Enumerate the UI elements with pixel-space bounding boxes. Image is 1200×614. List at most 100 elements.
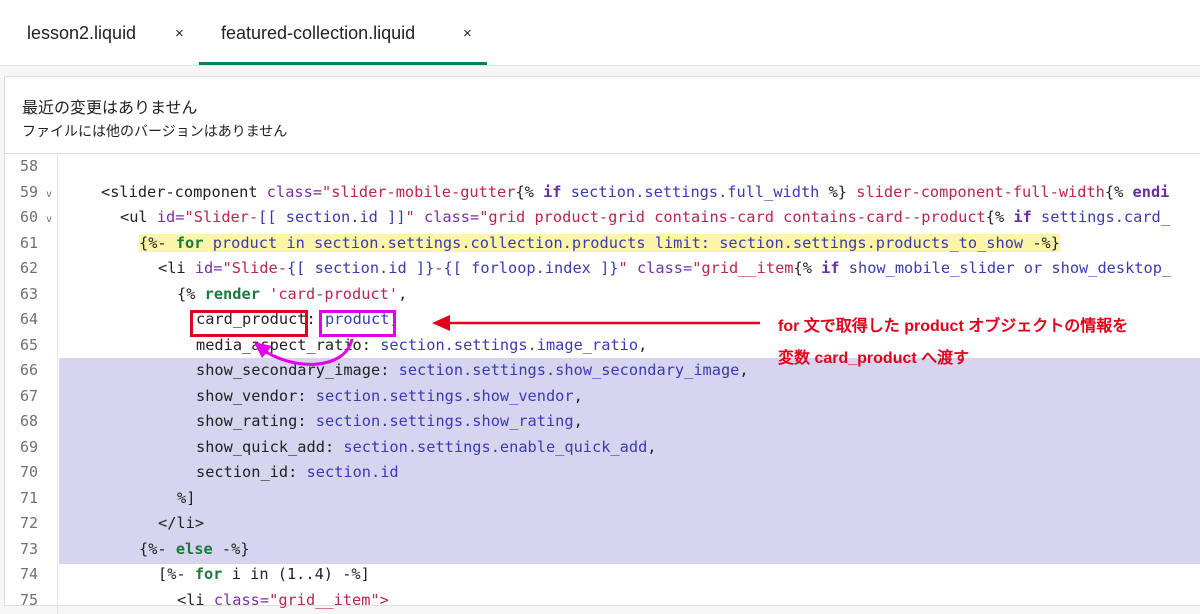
code-line[interactable]: 75 <li class="grid__item"> [5,588,1200,614]
code-line[interactable]: 62 <li id="Slide-{[ section.id ]}-{[ for… [5,256,1200,282]
code-line[interactable]: 60 v <ul id="Slider-[[ section.id ]]" cl… [5,205,1200,231]
code-token: <li [158,259,195,277]
annotation-text-line2: 変数 card_product へ渡す [778,350,970,367]
code-token: [%- [158,565,195,583]
code-text: section_id: section.id [196,463,399,481]
code-line[interactable]: 73 {%- else -%} [5,537,1200,563]
code-token: : [324,437,344,456]
code-token: section.settings.show_secondary_image [398,361,740,379]
code-text: <li id="Slide-{[ section.id ]}-{[ forloo… [158,259,1171,277]
code-token: - [434,259,444,277]
code-token: slider-component-full-width [847,182,1105,201]
fold-chevron-icon[interactable]: v [46,214,52,225]
code-line[interactable]: 69 show_quick_add: section.settings.enab… [5,435,1200,461]
close-icon[interactable]: × [463,25,472,42]
code-token: if [543,182,562,201]
code-token: -%} [1032,233,1060,252]
line-number: 61 [20,233,39,252]
line-number: 71 [20,488,39,507]
code-line[interactable]: 71 %] [5,486,1200,512]
code-token: , [638,335,648,354]
close-icon[interactable]: × [175,25,184,42]
code-line[interactable]: 72 </li> [5,511,1200,537]
line-number: 66 [20,361,39,379]
code-token: {[ section.id ]} [286,259,435,277]
code-token: , [739,361,749,379]
code-text: %] [177,489,195,507]
code-token: , [573,412,583,430]
code-token: {%- [139,539,176,558]
code-text: </li> [158,514,204,532]
line-number: 63 [20,284,39,303]
code-token: product in section.settings.collection.p… [203,233,1033,252]
code-line[interactable]: 59 v <slider-component class="slider-mob… [5,180,1200,206]
code-token: " [405,208,424,226]
code-editor[interactable]: 58 59 v <slider-component class="slider-… [5,154,1200,614]
highlight-box-product [319,310,396,337]
tab-lesson2[interactable]: lesson2.liquid [27,0,136,66]
code-token: media_aspect_ratio [196,335,362,354]
code-token: {% [793,259,822,277]
fold-chevron-icon[interactable]: v [46,189,52,200]
code-text: {%- else -%} [139,540,250,558]
code-text: <slider-component class="slider-mobile-g… [101,183,1169,201]
code-token: show_rating [196,412,298,430]
code-token: <ul [120,208,157,226]
code-token: id= [194,259,223,277]
code-token: , [398,284,408,303]
notice-subtitle: ファイルには他のバージョンはありません [22,123,288,139]
code-token: , [573,386,583,405]
code-token: {% [515,182,544,201]
code-text: show_rating: section.settings.show_ratin… [196,412,583,430]
editor-panel: 最近の変更はありません ファイルには他のバージョンはありません 58 59 v … [4,76,1200,614]
code-line[interactable]: 68 show_rating: section.settings.show_ra… [5,409,1200,435]
code-line[interactable]: 66 show_secondary_image: section.setting… [5,358,1200,384]
code-token: , [647,437,657,456]
version-notice: 最近の変更はありません ファイルには他のバージョンはありません [5,77,1200,154]
code-text: show_secondary_image: section.settings.s… [196,361,749,379]
highlight-box-card-product [190,310,308,337]
line-number: 67 [20,386,39,405]
line-number: 73 [20,539,39,558]
code-text: [%- for i in (1..4) -%] [158,565,370,583]
code-token: endi [1132,182,1170,201]
code-line[interactable]: 65 media_aspect_ratio: section.settings.… [5,333,1200,359]
code-token: : [288,463,307,481]
line-number: 74 [20,565,39,583]
tab-label: lesson2.liquid [27,22,137,43]
code-line[interactable]: 61 {%- for product in section.settings.c… [5,231,1200,257]
code-token: show_mobile_slider or show_desktop_ [839,259,1172,277]
code-text: media_aspect_ratio: section.settings.ima… [196,336,647,354]
line-number: 70 [20,463,39,481]
code-token: section.settings.show_vendor [315,386,574,405]
line-number: 62 [20,259,39,277]
code-token: -%] [342,565,370,583]
code-text: show_quick_add: section.settings.enable_… [196,438,657,456]
tab-label: featured-collection.liquid [221,22,416,43]
code-token: show_quick_add [196,437,325,456]
tab-bar: lesson2.liquid × featured-collection.liq… [0,0,1200,66]
code-line[interactable]: 70 section_id: section.id [5,460,1200,486]
code-token: show_vendor [196,386,298,405]
code-line[interactable]: 74 [%- for i in (1..4) -%] [5,562,1200,588]
code-line[interactable]: 63 {% render 'card-product', [5,282,1200,308]
code-token: "slider-mobile-gutter [322,182,516,201]
code-token: 'card-product' [259,284,399,303]
code-line[interactable]: 58 [5,154,1200,180]
code-token: for [175,233,204,252]
code-token: section_id [196,463,289,481]
code-line[interactable]: 67 show_vendor: section.settings.show_ve… [5,384,1200,410]
code-token: %] [177,488,196,507]
line-number: 64 [20,310,39,328]
code-token: class= [636,259,693,277]
code-token: if [1013,208,1032,226]
code-token: show_secondary_image [196,361,381,379]
code-token: <slider-component [101,182,267,201]
code-token: section.settings.enable_quick_add [343,437,648,456]
code-text: {% render 'card-product', [177,285,407,303]
code-token: i in (1..4) [222,565,343,583]
line-number: 58 [20,157,39,175]
tab-featured-collection[interactable]: featured-collection.liquid [221,0,415,66]
code-token: -%} [212,539,250,558]
code-token: id= [156,208,185,226]
